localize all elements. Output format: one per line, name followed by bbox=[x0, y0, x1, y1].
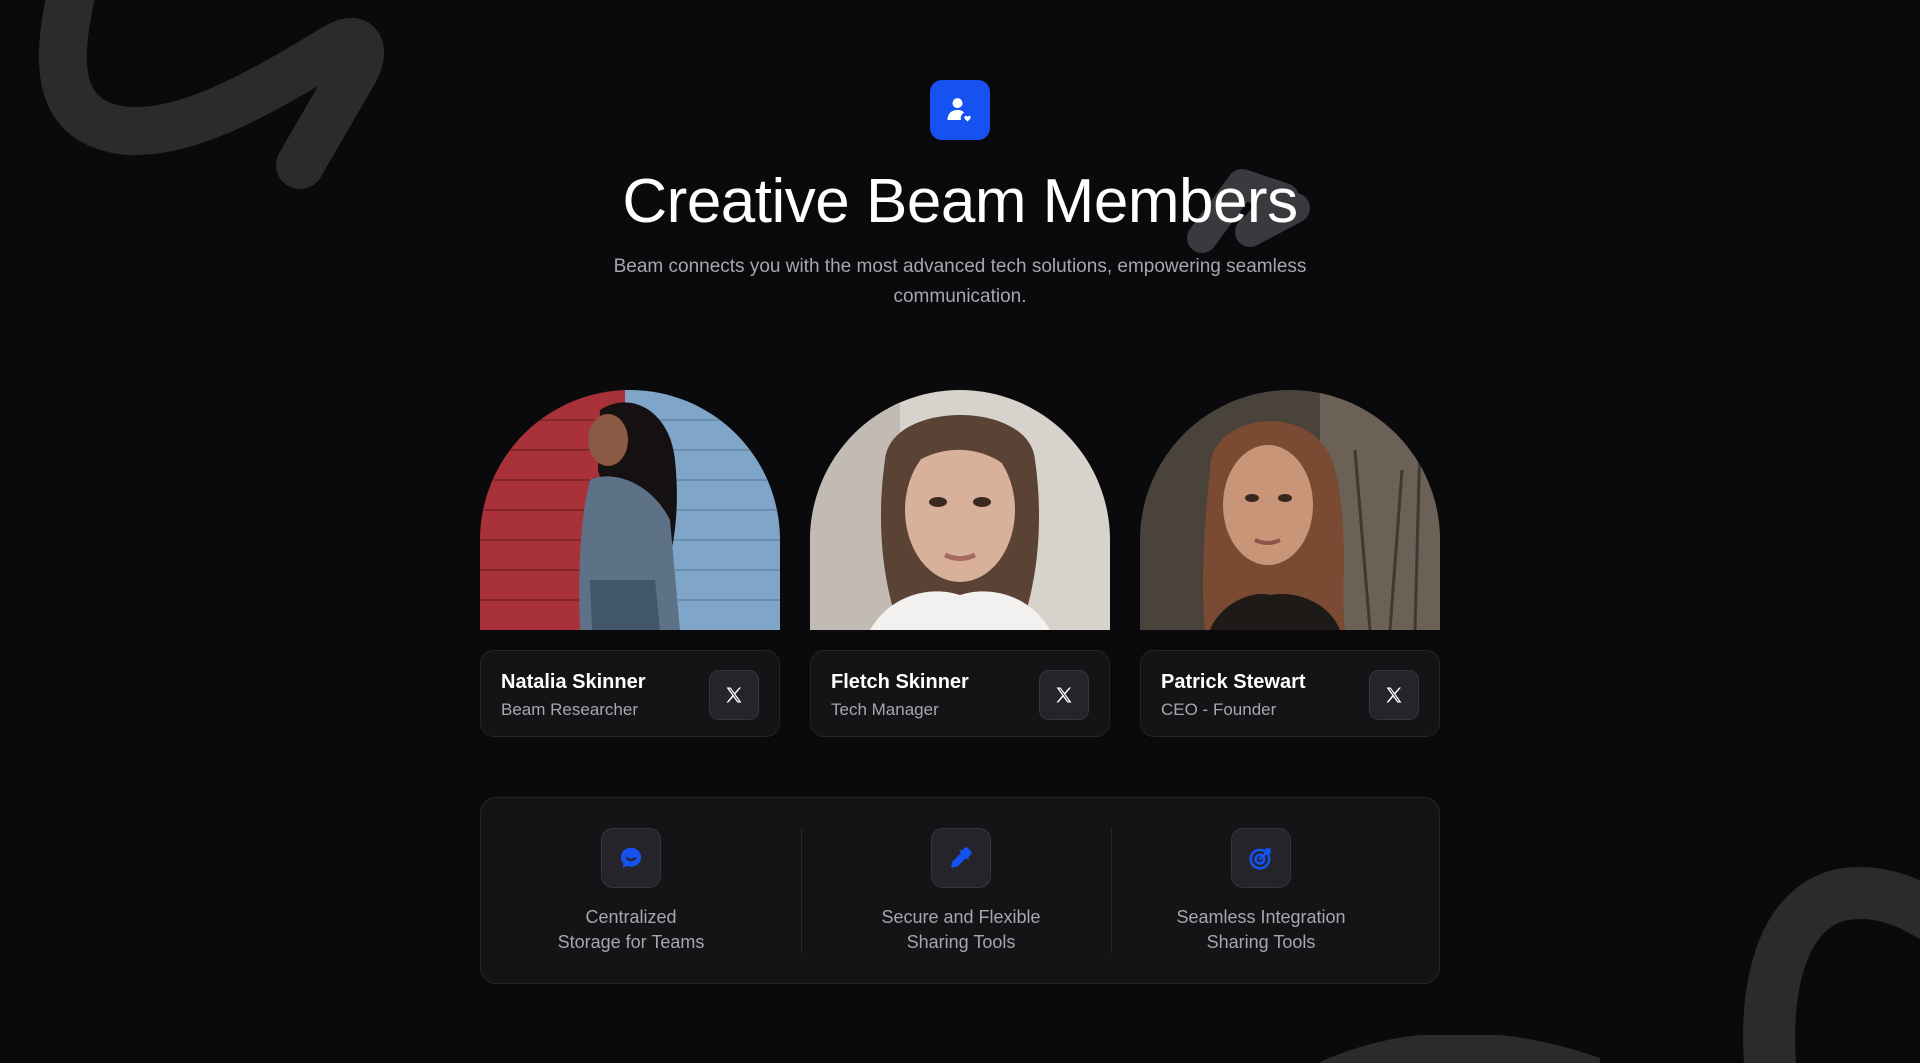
member-name: Patrick Stewart bbox=[1161, 671, 1306, 693]
decorative-arc-bottom-right bbox=[1743, 866, 1920, 1063]
member-photo bbox=[1140, 390, 1440, 630]
divider bbox=[801, 828, 802, 953]
x-logo-icon bbox=[1386, 687, 1402, 703]
decorative-arc-bottom bbox=[1320, 1035, 1600, 1063]
x-logo-icon bbox=[1056, 687, 1072, 703]
member-card: Natalia Skinner Beam Researcher bbox=[480, 650, 780, 737]
chat-bubble-icon bbox=[601, 828, 661, 888]
x-social-button[interactable] bbox=[709, 670, 759, 720]
x-logo-icon bbox=[726, 687, 742, 703]
member-role: Tech Manager bbox=[831, 700, 939, 719]
feature-label: Secure and Flexible Sharing Tools bbox=[881, 907, 1041, 952]
feature-item: Secure and Flexible Sharing Tools bbox=[811, 798, 1111, 985]
team-section: Creative Beam Members Beam connects you … bbox=[0, 0, 1920, 1063]
member-name: Natalia Skinner bbox=[501, 671, 646, 693]
member-photo bbox=[480, 390, 780, 630]
page-subtitle: Beam connects you with the most advanced… bbox=[613, 256, 1307, 307]
eyedropper-icon bbox=[931, 828, 991, 888]
feature-item: Centralized Storage for Teams bbox=[481, 798, 781, 985]
x-social-button[interactable] bbox=[1369, 670, 1419, 720]
user-heart-icon bbox=[930, 80, 990, 140]
member-role: Beam Researcher bbox=[501, 700, 639, 719]
page-title: Creative Beam Members bbox=[622, 167, 1298, 236]
member-name: Fletch Skinner bbox=[831, 671, 969, 693]
member-role: CEO - Founder bbox=[1161, 700, 1277, 719]
feature-label: Seamless Integration Sharing Tools bbox=[1176, 907, 1346, 952]
features-panel: Centralized Storage for Teams Secure and… bbox=[480, 797, 1440, 984]
x-social-button[interactable] bbox=[1039, 670, 1089, 720]
feature-item: Seamless Integration Sharing Tools bbox=[1111, 798, 1411, 985]
member-card: Fletch Skinner Tech Manager bbox=[810, 650, 1110, 737]
feature-label: Centralized Storage for Teams bbox=[557, 907, 705, 952]
member-card: Patrick Stewart CEO - Founder bbox=[1140, 650, 1440, 737]
member-photo bbox=[810, 390, 1110, 630]
target-icon bbox=[1231, 828, 1291, 888]
